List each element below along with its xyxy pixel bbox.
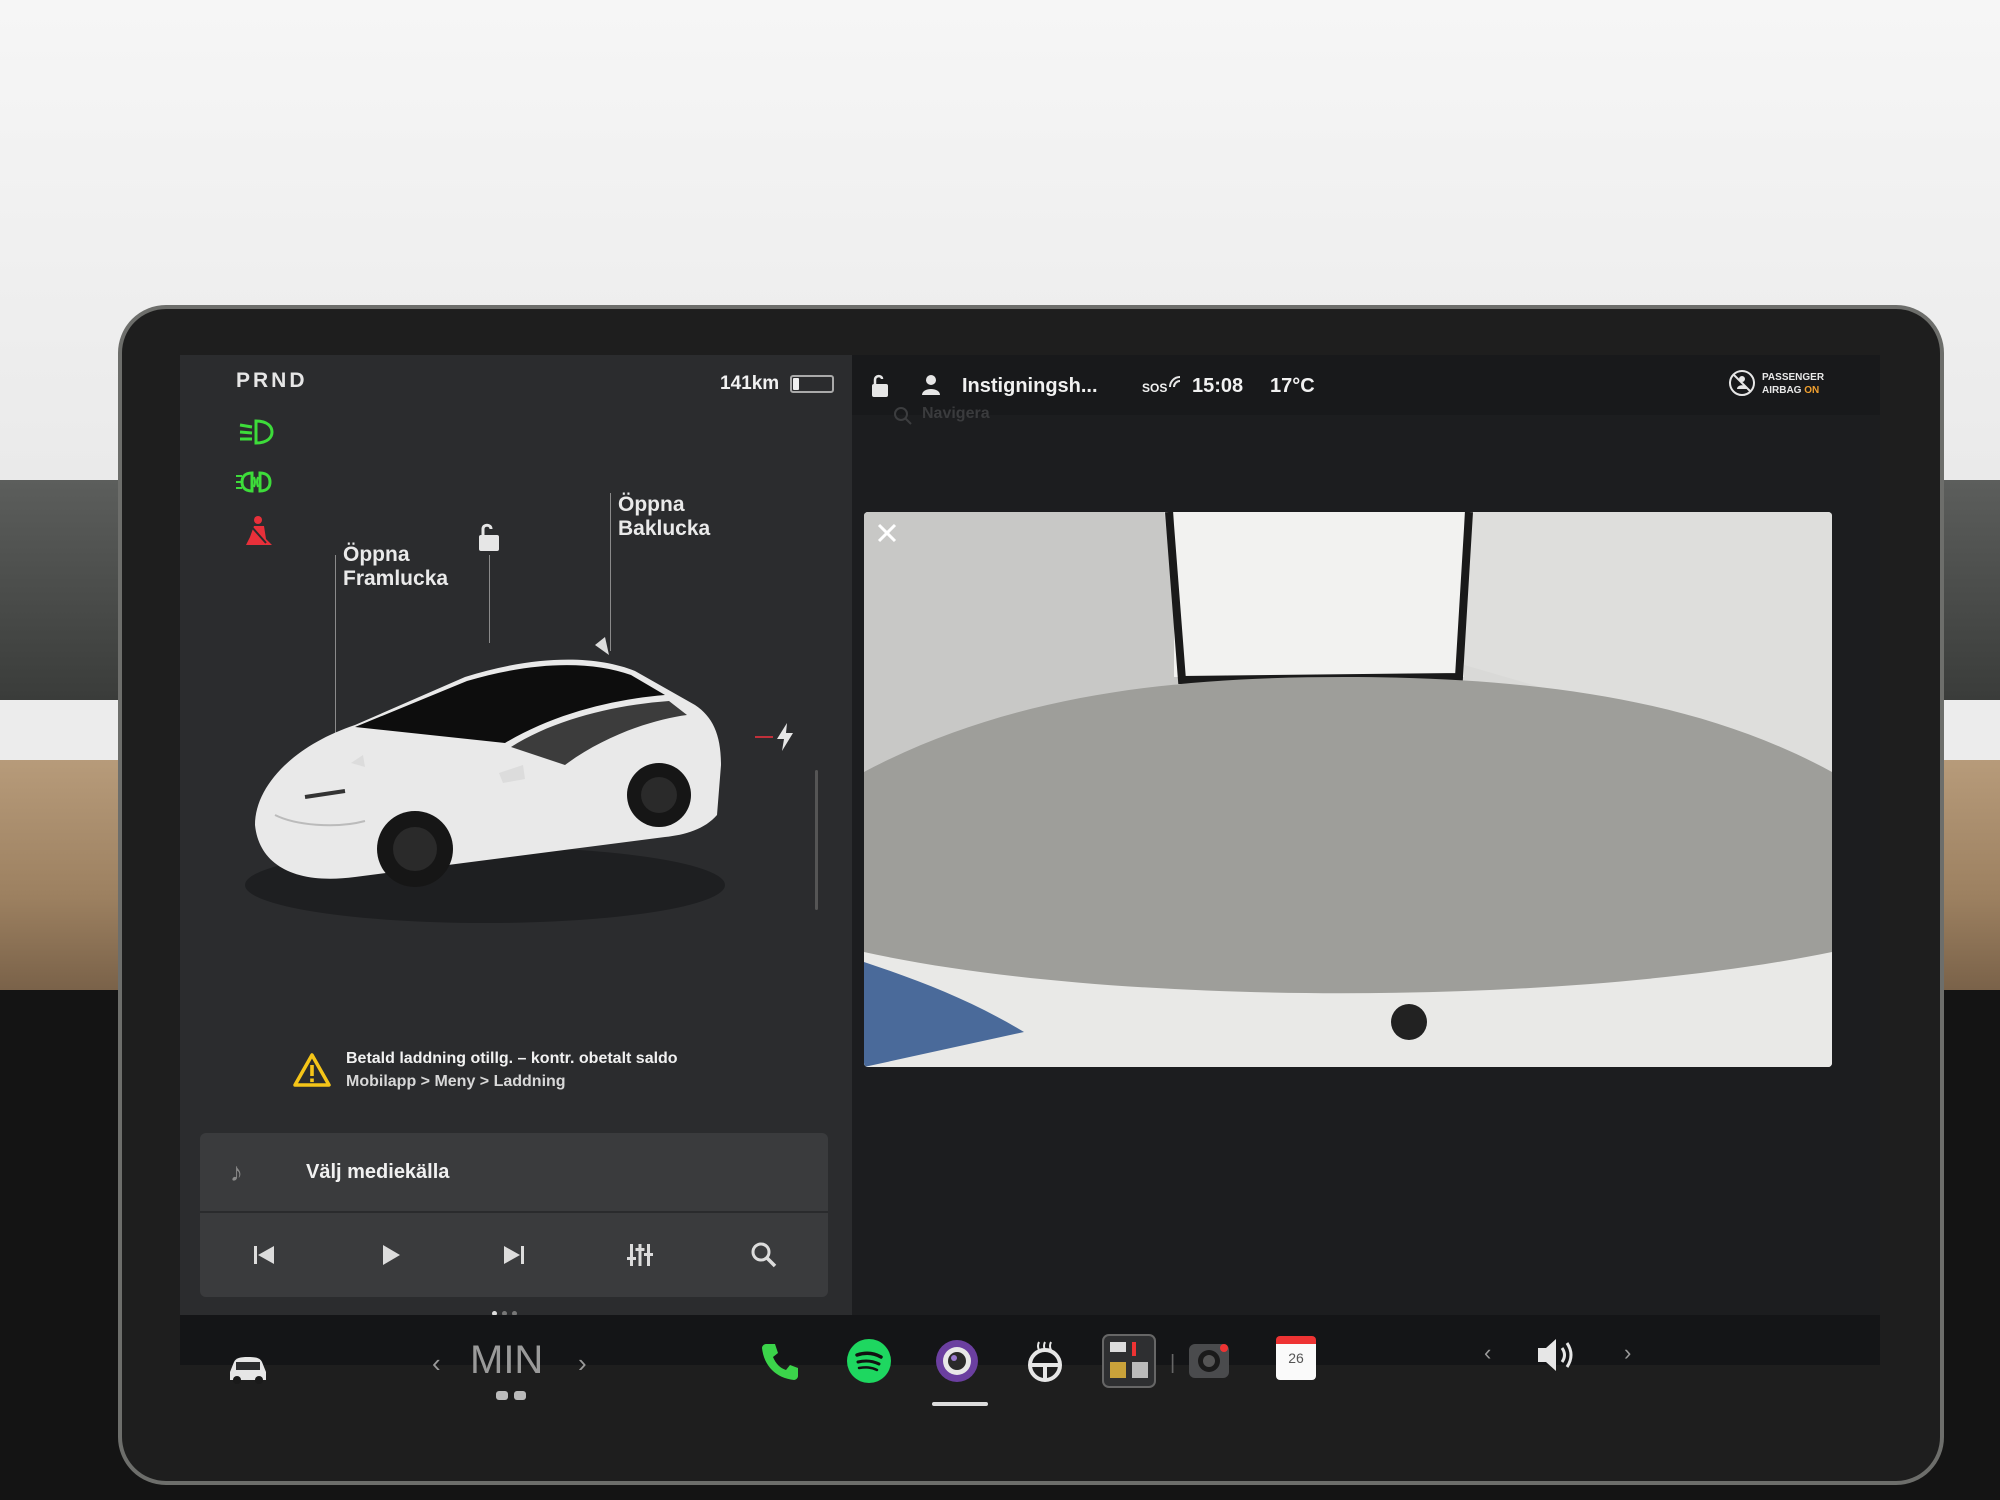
media-search-button[interactable] [744, 1235, 784, 1275]
next-track-button[interactable] [494, 1235, 534, 1275]
battery-icon [790, 375, 834, 393]
camera-icon[interactable] [934, 1338, 980, 1384]
app-launcher-icon[interactable] [1102, 1334, 1156, 1388]
gear-indicator: PRND [236, 369, 308, 392]
car-image [245, 637, 725, 923]
range-readout: 141km [720, 373, 780, 394]
warning-icon [293, 1053, 331, 1087]
panel-scrollbar[interactable] [815, 770, 818, 910]
previous-track-button[interactable] [244, 1235, 284, 1275]
airbag-line1: PASSENGER [1762, 372, 1825, 383]
airbag-text: PASSENGER AIRBAG ON [1762, 371, 1824, 397]
sos-indicator: SOS [1142, 381, 1168, 395]
airbag-icon [1729, 370, 1755, 396]
phone-icon[interactable] [758, 1338, 804, 1384]
alert-message: Betald laddning otillg. – kontr. obetalt… [346, 1050, 678, 1067]
music-note-icon: ♪ [230, 1157, 243, 1187]
low-beam-icon [239, 419, 274, 445]
volume-icon[interactable] [1534, 1334, 1582, 1376]
media-player: ♪ Välj mediekälla [200, 1133, 828, 1297]
person-icon [922, 375, 940, 395]
climate-decrease-button[interactable]: ‹ [432, 1348, 441, 1379]
clock: 15:08 [1192, 375, 1244, 397]
volume-decrease-button[interactable]: ‹ [1484, 1340, 1491, 1366]
airbag-line2: AIRBAG [1762, 385, 1802, 396]
fog-light-icon [236, 471, 272, 493]
close-icon [877, 523, 897, 543]
touchscreen: Navigera PRND 141km Öppna Framlucka Öppn… [180, 355, 1880, 1365]
seatbelt-warning-icon [246, 516, 272, 545]
media-source-row[interactable]: ♪ Välj mediekälla [200, 1133, 828, 1213]
alert-path: Mobilapp > Meny > Laddning [346, 1073, 566, 1090]
open-trunk-button[interactable]: Öppna Baklucka [618, 493, 710, 541]
climate-temperature[interactable]: MIN [470, 1338, 543, 1383]
passenger-airbag-indicator: PASSENGER AIRBAG ON [1728, 369, 1858, 403]
play-button[interactable] [370, 1235, 410, 1275]
car-icon[interactable] [224, 1350, 272, 1386]
calendar-day: 26 [1288, 1350, 1304, 1366]
equalizer-button[interactable] [620, 1235, 660, 1275]
steering-wheel-heat-icon[interactable] [1022, 1338, 1068, 1384]
car-visualization[interactable]: Öppna Framlucka Öppna Baklucka [235, 493, 818, 1015]
seat-heat-icon[interactable] [494, 1388, 530, 1404]
outside-temperature: 17°C [1270, 375, 1315, 397]
open-frunk-button[interactable]: Öppna Framlucka [343, 543, 448, 591]
airbag-state: ON [1804, 385, 1820, 396]
camera-feed [864, 512, 1832, 1067]
close-camera-button[interactable] [872, 518, 902, 548]
search-icon [894, 407, 912, 425]
battery-fill [793, 378, 799, 390]
navigation-search-input[interactable]: Navigera [922, 405, 990, 423]
charge-port-marker [755, 736, 773, 738]
signal-icon [1169, 376, 1181, 388]
spotify-icon[interactable] [846, 1338, 892, 1384]
climate-increase-button[interactable]: › [578, 1348, 587, 1379]
unlock-icon[interactable] [475, 521, 505, 553]
rear-camera-view [864, 512, 1832, 1067]
dock-divider: | [1170, 1352, 1176, 1374]
unlock-icon[interactable] [868, 373, 894, 399]
charging-alert[interactable]: Betald laddning otillg. – kontr. obetalt… [280, 1040, 758, 1112]
vehicle-panel: PRND 141km Öppna Framlucka Öppna Bakluck… [180, 355, 852, 1316]
volume-increase-button[interactable]: › [1624, 1340, 1631, 1366]
charge-port-icon[interactable] [775, 723, 795, 751]
media-source-label: Välj mediekälla [306, 1161, 450, 1183]
active-app-indicator [932, 1402, 988, 1406]
driver-profile[interactable]: Instigningsh... [962, 375, 1098, 398]
dashcam-icon[interactable] [1186, 1338, 1232, 1384]
calendar-icon[interactable]: 26 [1276, 1336, 1316, 1380]
